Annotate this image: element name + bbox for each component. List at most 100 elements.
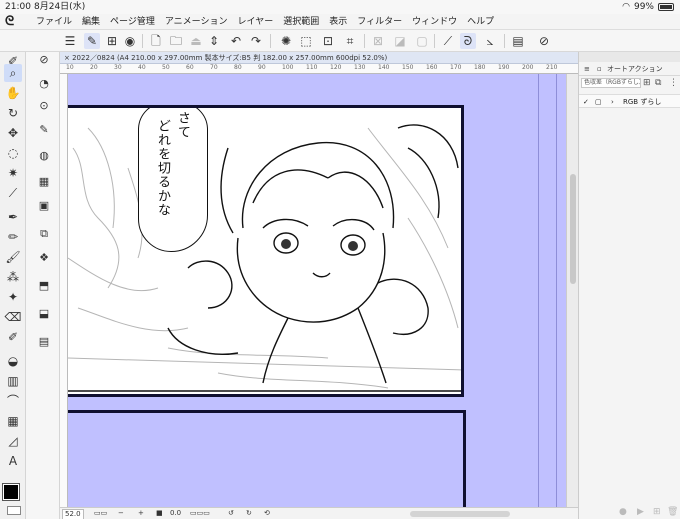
brush-tool-icon[interactable]: 🖌 (4, 248, 22, 266)
undo-icon[interactable]: ↶ (228, 33, 244, 49)
eyedropper-icon[interactable]: ⟋ (4, 184, 22, 202)
main-color-swatch[interactable] (2, 483, 20, 501)
fill-icon[interactable]: ◪ (392, 33, 408, 49)
menu-page[interactable]: ページ管理 (110, 14, 155, 30)
deselect-icon[interactable]: ⬚ (298, 33, 314, 49)
add-action-icon[interactable]: ⊞ (653, 506, 661, 519)
ruler-tool-icon[interactable]: ◿ (4, 432, 22, 450)
panel-menu-icon[interactable]: ≡ (584, 62, 590, 76)
sparkle-tool-icon[interactable]: ✦ (4, 288, 22, 306)
lasso-tool-icon[interactable]: ◌ (4, 144, 22, 162)
settings-round-icon[interactable]: ⊘ (536, 33, 552, 49)
eraser-tool-icon[interactable]: ⌫ (4, 308, 22, 326)
action-checkbox-icon[interactable]: ✓ (583, 95, 589, 109)
menu-layer[interactable]: レイヤー (238, 14, 274, 30)
fill-tool-icon[interactable]: ◒ (4, 352, 22, 370)
new-file-icon[interactable]: 🗋 (148, 33, 164, 49)
color-wheel-icon[interactable]: ◍ (36, 148, 52, 164)
comic-panel-bottom[interactable] (68, 410, 466, 507)
menu-view[interactable]: 表示 (329, 14, 347, 30)
rotate-left-icon[interactable]: ↺ (228, 508, 234, 519)
navigator-icon[interactable]: ⊙ (36, 98, 52, 114)
menu-help[interactable]: ヘルプ (467, 14, 494, 30)
magic-wand-icon[interactable]: ✷ (4, 164, 22, 182)
page-manager-icon[interactable]: ▤ (510, 33, 526, 49)
layer-property-icon[interactable]: ❖ (36, 250, 52, 266)
spinner-icon[interactable]: ✺ (278, 33, 294, 49)
action-set-select[interactable]: 色収差（RGBずらし）ア (581, 78, 641, 88)
edit-mode-icon[interactable]: ✎ (84, 33, 100, 49)
action-row[interactable]: ✓ ▢ › RGB ずらし (579, 94, 680, 108)
play-icon[interactable]: ▶ (637, 506, 644, 519)
chevron-updown-icon[interactable]: ⇕ (206, 33, 222, 49)
stabilizer-icon[interactable]: ᘐ (460, 33, 476, 49)
zoom-value[interactable]: 52.0 (62, 509, 84, 519)
save-icon[interactable]: ⏏ (188, 33, 204, 49)
open-folder-icon[interactable]: 🗀 (168, 33, 184, 49)
menu-file[interactable]: ファイル (36, 14, 72, 30)
redo-icon[interactable]: ↷ (248, 33, 264, 49)
expand-chevron-icon[interactable]: › (611, 95, 614, 109)
canvas-area[interactable]: × 2022／0824 (A4 210.00 x 297.00mm 製本サイズ:… (60, 52, 578, 507)
app-logo-icon[interactable]: ᘓ (5, 15, 19, 29)
more-icon[interactable]: ⋮ (669, 76, 678, 90)
tool-property-icon[interactable]: ⊘ (36, 52, 52, 68)
intermediate-color-icon[interactable]: ▣ (36, 198, 52, 214)
zoom-out-icon[interactable]: − (118, 508, 124, 519)
panel-square-icon[interactable]: ▫ (597, 62, 602, 76)
copy-icon[interactable]: ⧉ (655, 76, 661, 90)
hamburger-icon[interactable]: ☰ (62, 33, 78, 49)
move-tool-icon[interactable]: ✥ (4, 124, 22, 142)
new-set-icon[interactable]: ⊞ (643, 76, 651, 90)
vertical-scrollbar[interactable] (566, 74, 578, 507)
menu-selection[interactable]: 選択範囲 (283, 14, 319, 30)
reset-rotation-icon[interactable]: ⟲ (264, 508, 270, 519)
scroll-thumb[interactable] (570, 174, 576, 284)
gradient-tool-icon[interactable]: ▥ (4, 372, 22, 390)
sub-color-swatch[interactable] (7, 506, 21, 515)
menu-window[interactable]: ウィンドウ (412, 14, 457, 30)
history-icon[interactable]: ⬓ (36, 306, 52, 322)
comic-panel-top[interactable]: さて どれを切るかな (68, 105, 464, 397)
clear-icon[interactable]: ⊠ (370, 33, 386, 49)
color-set-icon[interactable]: ▦ (36, 174, 52, 190)
action-dialog-toggle[interactable]: ▢ (595, 95, 602, 109)
gallery-icon[interactable]: ⊞ (104, 33, 120, 49)
menu-filter[interactable]: フィルター (357, 14, 402, 30)
transform-icon[interactable]: ⌗ (342, 33, 358, 49)
auto-action-icon[interactable]: ▤ (36, 334, 52, 350)
record-icon[interactable]: ● (619, 506, 627, 519)
clear-outside-icon[interactable]: ▢ (414, 33, 430, 49)
menu-animation[interactable]: アニメーション (165, 14, 228, 30)
airbrush-tool-icon[interactable]: ⁂ (4, 268, 22, 286)
document-tab[interactable]: × 2022／0824 (A4 210.00 x 297.00mm 製本サイズ:… (60, 52, 578, 64)
invert-selection-icon[interactable]: ⊡ (320, 33, 336, 49)
horizontal-scrollbar[interactable] (410, 511, 510, 517)
zoom-in-icon[interactable]: + (138, 508, 144, 519)
rotate-tool-icon[interactable]: ↻ (4, 104, 22, 122)
rotate-right-icon[interactable]: ↻ (246, 508, 252, 519)
frame-tool-icon[interactable]: ▦ (4, 412, 22, 430)
angle-value[interactable]: 0.0 (170, 508, 181, 519)
blend-tool-icon[interactable]: ✐ (4, 328, 22, 346)
curve-tool-icon[interactable]: ⌒ (4, 392, 22, 410)
layer-icon[interactable]: ⧉ (36, 226, 52, 242)
brush-size-icon[interactable]: ◔ (36, 76, 52, 92)
pencil-tool-icon[interactable]: ✏ (4, 228, 22, 246)
smart-icon[interactable]: ◉ (122, 33, 138, 49)
subtool-brush-icon[interactable]: ✎ (36, 122, 52, 138)
material-icon[interactable]: ⬒ (36, 278, 52, 294)
ruler-snap-icon[interactable]: ⟋ (440, 33, 456, 49)
zoom-slider[interactable]: ▭▭ (94, 508, 107, 519)
speech-balloon[interactable]: さて どれを切るかな (138, 108, 208, 252)
pen-tool-icon[interactable]: ✒ (4, 208, 22, 226)
hand-tool-icon[interactable]: ✋ (4, 84, 22, 102)
text-tool-icon[interactable]: A (4, 452, 22, 470)
delete-icon[interactable]: 🗑 (667, 506, 678, 519)
angle-slider[interactable]: ▭▭▭ (190, 508, 210, 519)
perspective-icon[interactable]: ⦣ (482, 33, 498, 49)
menu-edit[interactable]: 編集 (82, 14, 100, 30)
stop-icon[interactable]: ■ (156, 508, 163, 519)
zoom-tool-icon[interactable]: ⌕ (4, 64, 22, 82)
manga-page[interactable]: さて どれを切るかな (68, 74, 566, 507)
